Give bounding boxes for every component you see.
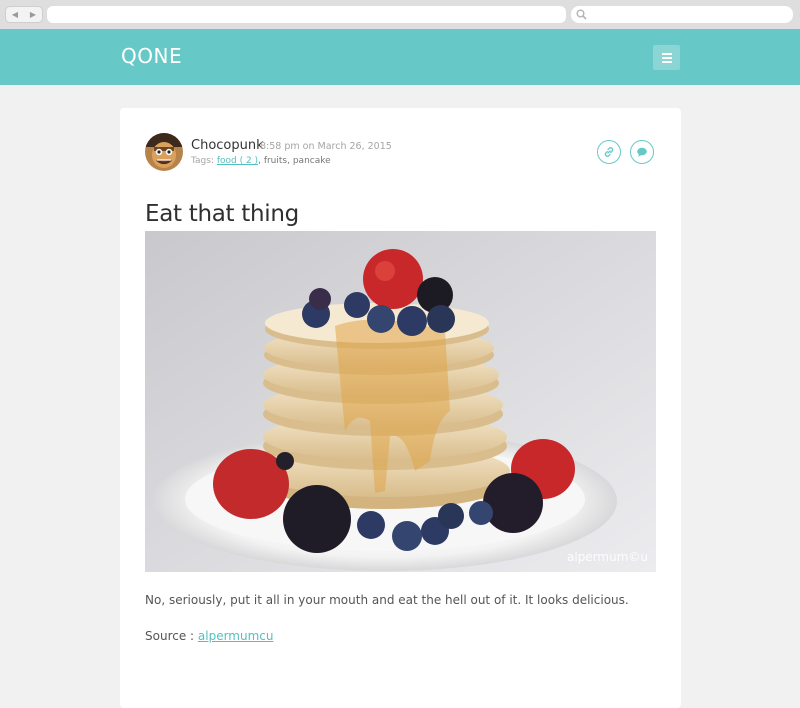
url-bar[interactable] bbox=[47, 6, 566, 23]
post-image: alpermum©u bbox=[145, 231, 656, 572]
post-author[interactable]: Chocopunk bbox=[191, 138, 264, 153]
tag-pancake: pancake bbox=[292, 156, 331, 166]
back-arrow-icon[interactable]: ◀ bbox=[12, 10, 18, 19]
source-label: Source : bbox=[145, 629, 198, 643]
post-title[interactable]: Eat that thing bbox=[145, 201, 299, 227]
browser-chrome: ◀ ▶ bbox=[0, 0, 800, 29]
forward-arrow-icon[interactable]: ▶ bbox=[30, 10, 36, 19]
link-icon bbox=[604, 147, 614, 157]
post-tags: Tags: food ( 2 ), fruits, pancake bbox=[191, 156, 331, 166]
tags-label: Tags: bbox=[191, 156, 214, 166]
avatar[interactable] bbox=[145, 133, 183, 171]
search-icon bbox=[576, 9, 587, 20]
hamburger-menu-icon[interactable] bbox=[653, 45, 680, 70]
post-body: No, seriously, put it all in your mouth … bbox=[145, 593, 629, 607]
comment-button[interactable] bbox=[630, 140, 654, 164]
comment-icon bbox=[637, 147, 647, 157]
tag-link-food[interactable]: food ( 2 ) bbox=[217, 156, 258, 166]
site-brand[interactable]: QONE bbox=[121, 44, 182, 68]
post-card: Chocopunk 8:58 pm on March 26, 2015 Tags… bbox=[120, 108, 681, 708]
browser-search-bar[interactable] bbox=[571, 6, 793, 23]
site-header: QONE bbox=[0, 29, 800, 85]
link-button[interactable] bbox=[597, 140, 621, 164]
post-source: Source : alpermumcu bbox=[145, 629, 274, 643]
image-watermark: alpermum©u bbox=[567, 550, 648, 564]
post-timestamp: 8:58 pm on March 26, 2015 bbox=[260, 141, 392, 152]
browser-nav-buttons: ◀ ▶ bbox=[5, 6, 43, 23]
tag-fruits: fruits bbox=[263, 156, 288, 166]
source-link[interactable]: alpermumcu bbox=[198, 629, 274, 643]
